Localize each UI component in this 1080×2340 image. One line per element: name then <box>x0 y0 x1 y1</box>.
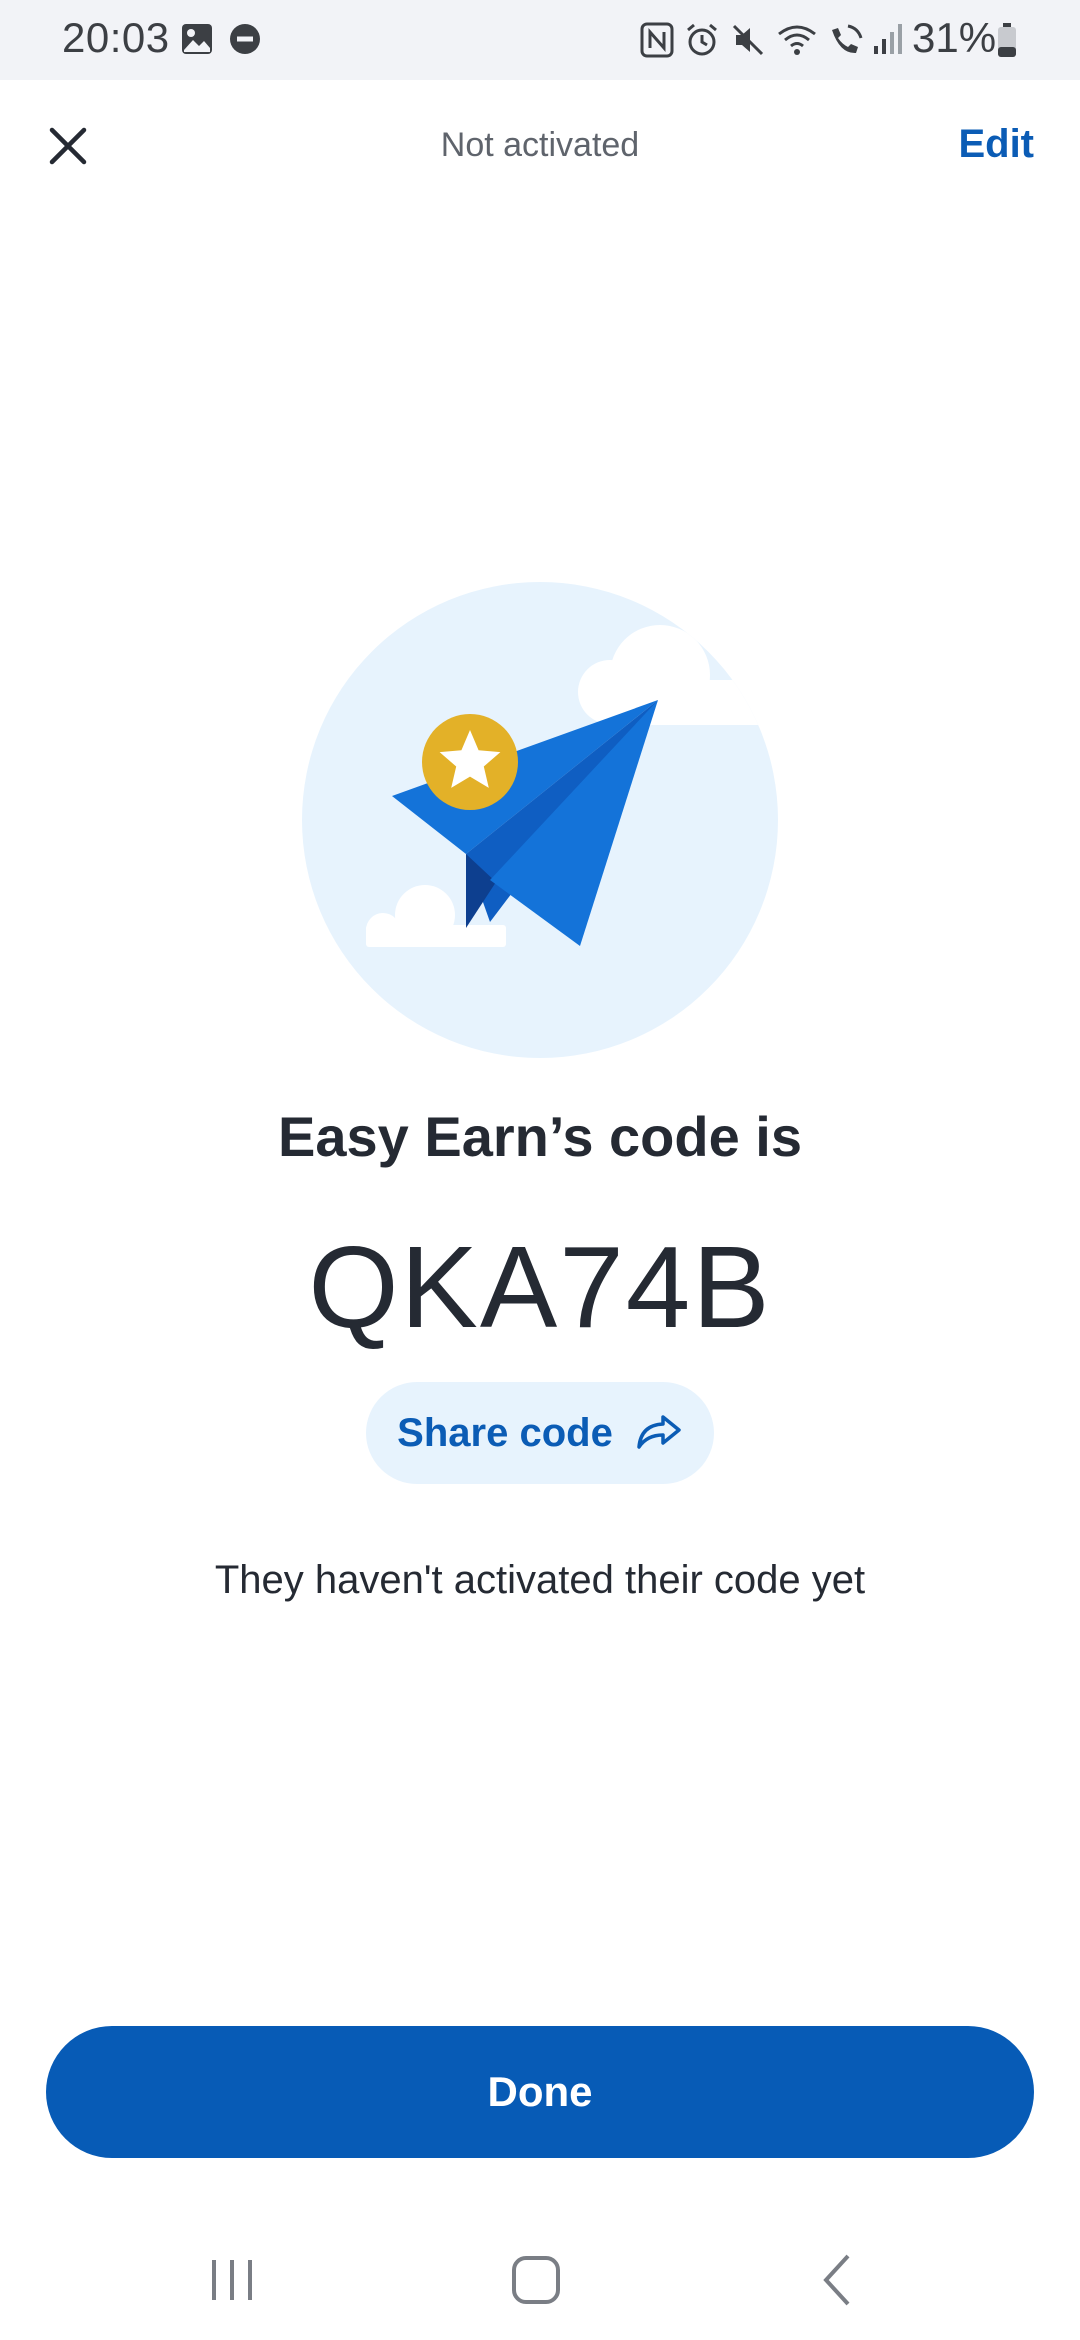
home-icon[interactable] <box>496 2240 576 2320</box>
wifi-calling-icon <box>832 24 863 54</box>
signal-icon <box>874 24 902 54</box>
done-button[interactable]: Done <box>46 2026 1034 2158</box>
battery-icon <box>998 23 1016 57</box>
share-arrow-icon <box>637 1415 681 1449</box>
system-nav-bar <box>0 2200 1080 2340</box>
status-bar: 20:03 31% <box>0 0 1080 80</box>
status-time: 20:03 <box>62 14 170 61</box>
done-label: Done <box>487 2068 593 2115</box>
mute-icon <box>732 24 764 56</box>
referral-code: QKA74B <box>308 1222 772 1352</box>
activation-status-message: They haven't activated their code yet <box>214 1558 866 1602</box>
page-title: Not activated <box>440 126 640 164</box>
star-badge <box>422 714 518 810</box>
share-code-label: Share code <box>397 1410 613 1455</box>
paper-plane-illustration <box>302 582 778 1058</box>
back-icon[interactable] <box>798 2240 878 2320</box>
do-not-disturb-icon <box>230 24 260 54</box>
nfc-icon <box>640 22 674 58</box>
alarm-icon <box>687 23 717 56</box>
wifi-icon <box>778 25 816 55</box>
code-heading: Easy Earn’s code is <box>278 1105 802 1168</box>
edit-button[interactable]: Edit <box>958 122 1034 167</box>
battery-percentage: 31% <box>912 14 997 61</box>
recent-apps-icon[interactable] <box>192 2240 272 2320</box>
share-code-button[interactable]: Share code <box>366 1382 714 1484</box>
gallery-icon <box>182 24 212 54</box>
